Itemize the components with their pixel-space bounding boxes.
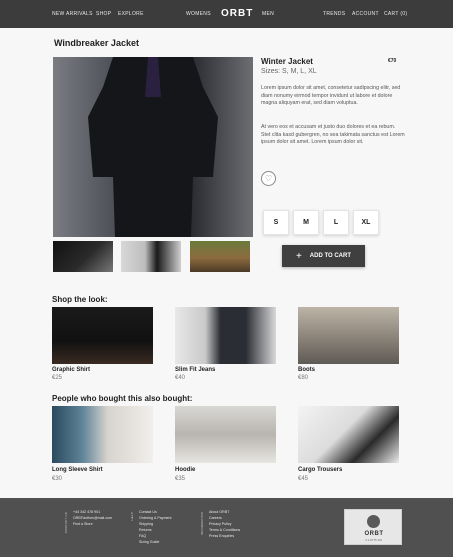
nav-shop[interactable]: SHOP (96, 11, 111, 17)
product-name: Winter Jacket (261, 57, 313, 66)
footer-link[interactable]: Sizing Guide (139, 540, 159, 544)
nav-men[interactable]: MEN (262, 11, 274, 17)
page-title: Windbreaker Jacket (54, 38, 139, 48)
nav-cart[interactable]: CART (0) (384, 11, 407, 17)
footer-contact-heading: Contact Us (64, 512, 68, 534)
product-card-image[interactable] (52, 406, 153, 463)
product-description-1: Lorem ipsum dolor sit amet, consetetur s… (261, 85, 401, 107)
product-card-price: €30 (52, 476, 63, 482)
product-card-price: €25 (52, 375, 63, 381)
nav-new-arrivals[interactable]: NEW ARRIVALS (52, 11, 93, 17)
nav-explore[interactable]: EXPLORE (118, 11, 144, 17)
footer-link[interactable]: Careers (209, 516, 222, 520)
wishlist-button[interactable]: ♡ (261, 171, 276, 186)
footer-help-heading: Help (130, 512, 134, 521)
product-card-price: €40 (175, 375, 186, 381)
nav-womens[interactable]: WOMENS (186, 11, 211, 17)
add-to-cart-button[interactable]: + ADD TO CART (282, 245, 365, 267)
product-description-2: At vero eos et accusam et justo duo dolo… (261, 124, 405, 146)
nav-account[interactable]: ACCOUNT (352, 11, 379, 17)
product-card-image[interactable] (298, 406, 399, 463)
nav-trends[interactable]: TRENDS (323, 11, 345, 17)
product-main-image (53, 57, 253, 237)
size-button-l[interactable]: L (323, 210, 349, 235)
product-card-name[interactable]: Hoodie (175, 467, 195, 473)
product-card-name[interactable]: Long Sleeve Shirt (52, 467, 103, 473)
product-card-image[interactable] (52, 307, 153, 364)
footer-link[interactable]: Shipping (139, 522, 153, 526)
heart-icon: ♡ (264, 174, 273, 183)
size-button-s[interactable]: S (263, 210, 289, 235)
jacket-silhouette (88, 57, 218, 237)
footer-link[interactable]: Terms & Conditions (209, 528, 240, 532)
footer-link[interactable]: ORBTclothes@mail.com (73, 516, 112, 520)
footer-logo-subtext: CLOTHING (365, 539, 383, 542)
footer-link[interactable]: Privacy Policy (209, 522, 231, 526)
also-bought-title: People who bought this also bought: (52, 394, 193, 403)
product-card-name[interactable]: Slim Fit Jeans (175, 367, 215, 373)
product-card-price: €80 (298, 375, 309, 381)
size-button-xl[interactable]: XL (353, 210, 379, 235)
product-sizes: Sizes: S, M, L, XL (261, 68, 317, 75)
product-card-image[interactable] (298, 307, 399, 364)
footer-link[interactable]: Ordering & Payment (139, 516, 172, 520)
shop-look-title: Shop the look: (52, 295, 108, 304)
add-to-cart-label: ADD TO CART (309, 253, 352, 259)
footer-link[interactable]: +44 342 478 901 (73, 510, 100, 514)
product-card-price: €35 (175, 476, 186, 482)
footer-logo-text: ORBT (364, 531, 384, 537)
orbit-icon (367, 515, 380, 528)
site-logo[interactable]: ORBT (221, 8, 253, 19)
footer-link[interactable]: About ORBT (209, 510, 229, 514)
footer-logo-badge[interactable]: ORBT CLOTHING (344, 509, 402, 545)
product-thumbnail-3[interactable] (190, 241, 250, 272)
footer-link[interactable]: FAQ (139, 534, 146, 538)
product-card-image[interactable] (175, 406, 276, 463)
product-card-image[interactable] (175, 307, 276, 364)
footer-link[interactable]: Find a Store (73, 522, 93, 526)
plus-icon: + (295, 250, 302, 262)
footer-info-heading: Information (200, 512, 204, 535)
product-price: €70 (388, 58, 397, 64)
size-button-m[interactable]: M (293, 210, 319, 235)
footer-link[interactable]: Returns (139, 528, 152, 532)
footer-link[interactable]: Press Enquiries (209, 534, 234, 538)
footer-link[interactable]: Contact Us (139, 510, 157, 514)
product-card-name[interactable]: Graphic Shirt (52, 367, 90, 373)
top-navigation: NEW ARRIVALS SHOP EXPLORE WOMENS ORBT ME… (0, 0, 453, 28)
product-card-name[interactable]: Boots (298, 367, 315, 373)
product-thumbnail-2[interactable] (121, 241, 181, 272)
product-card-price: €45 (298, 476, 309, 482)
product-thumbnail-1[interactable] (53, 241, 113, 272)
product-card-name[interactable]: Cargo Trousers (298, 467, 342, 473)
